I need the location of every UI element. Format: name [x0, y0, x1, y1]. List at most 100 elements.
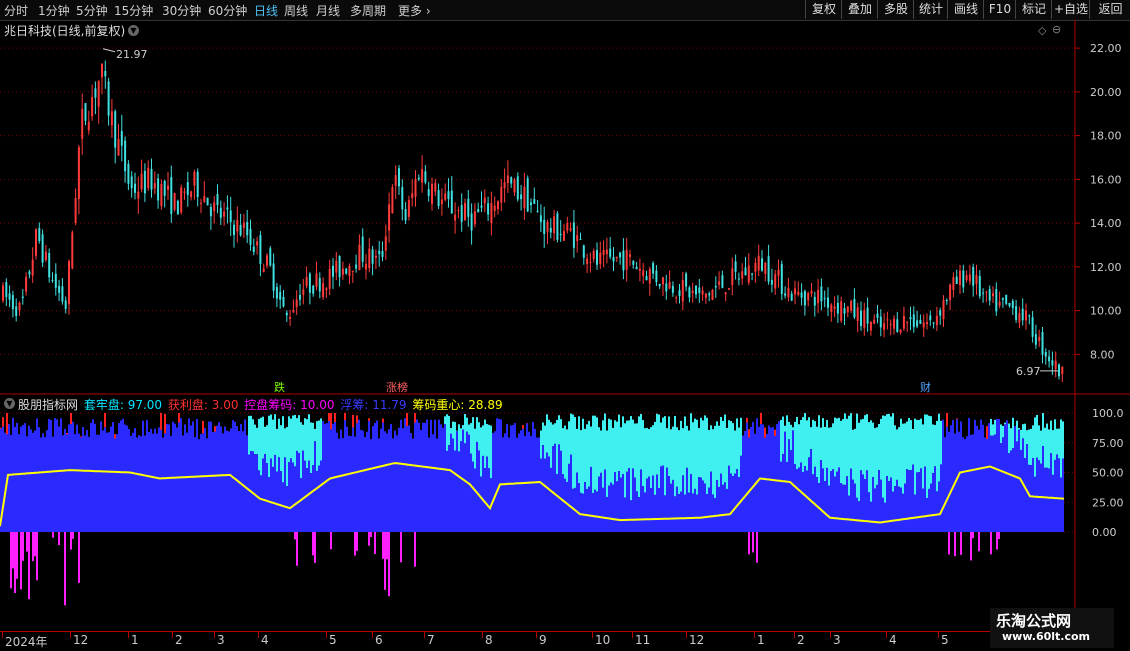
- indicator-dropdown-icon[interactable]: ▼: [4, 398, 15, 409]
- candle-body: [632, 261, 634, 265]
- floating-bar: [370, 439, 372, 532]
- event-tag-gain-list[interactable]: 涨榜: [386, 379, 408, 395]
- trapped-bar: [248, 416, 250, 455]
- date-axis: 2024年1212345678910111212345: [0, 631, 1075, 651]
- timeframe-8[interactable]: 月线: [316, 2, 340, 19]
- diamond-icon[interactable]: ◇: [1038, 24, 1046, 37]
- floating-bar: [452, 439, 454, 532]
- control-bar: [52, 532, 54, 538]
- trapped-bar: [726, 428, 728, 489]
- floating-bar: [750, 427, 752, 532]
- date-tick: [938, 632, 939, 638]
- toolbar-button-4[interactable]: 画线: [947, 0, 984, 19]
- candle-body: [101, 64, 103, 78]
- timeframe-5[interactable]: 60分钟: [208, 2, 247, 19]
- trapped-bar: [864, 415, 866, 479]
- floating-bar: [644, 492, 646, 532]
- floating-bar: [686, 468, 688, 532]
- toolbar-button-5[interactable]: F10: [983, 0, 1016, 19]
- trapped-bar: [906, 422, 908, 470]
- floating-bar: [362, 431, 364, 532]
- candle-body: [111, 111, 113, 125]
- event-tag-drop[interactable]: 跌: [274, 379, 285, 395]
- trapped-bar: [724, 415, 726, 483]
- floating-bar: [782, 454, 784, 532]
- date-label: 10: [595, 633, 610, 647]
- toolbar-button-2[interactable]: 多股: [877, 0, 914, 19]
- trapped-bar: [654, 422, 656, 495]
- floating-bar: [974, 420, 976, 532]
- candle-body: [867, 307, 869, 323]
- timeframe-4[interactable]: 30分钟: [162, 2, 201, 19]
- trapped-bar: [856, 414, 858, 498]
- candle-body: [197, 172, 199, 197]
- stock-title[interactable]: 兆日科技(日线,前复权): [4, 22, 125, 39]
- candle-body: [708, 293, 710, 295]
- right-side-scroll[interactable]: [1116, 22, 1130, 402]
- floating-bar: [966, 436, 968, 532]
- floating-bar: [284, 457, 286, 532]
- timeframe-3[interactable]: 15分钟: [114, 2, 153, 19]
- price-chart[interactable]: 22.0020.0018.0016.0014.0012.0010.008.002…: [0, 20, 1130, 395]
- event-tag-finance[interactable]: 财: [920, 379, 931, 395]
- floating-bar: [734, 474, 736, 532]
- candle-body: [378, 251, 380, 254]
- trapped-bar: [936, 421, 938, 491]
- indicator-chart[interactable]: 100.075.0050.0025.000.00: [0, 395, 1130, 631]
- toolbar-button-3[interactable]: 统计: [913, 0, 948, 19]
- toolbar-button-1[interactable]: 叠加: [841, 0, 878, 19]
- timeframe-2[interactable]: 5分钟: [76, 2, 108, 19]
- floating-bar: [224, 426, 226, 532]
- floating-bar: [342, 438, 344, 532]
- trapped-bar: [478, 422, 480, 450]
- candle-body: [1028, 315, 1030, 316]
- trapped-bar: [674, 416, 676, 496]
- toolbar-button-7[interactable]: +自选: [1051, 0, 1090, 19]
- toolbar-button-0[interactable]: 复权: [805, 0, 842, 19]
- trapped-bar: [260, 418, 262, 476]
- floating-bar: [148, 432, 150, 532]
- candle-body: [144, 171, 146, 193]
- zoom-out-icon[interactable]: ⊖: [1052, 23, 1061, 36]
- trapped-bar: [908, 418, 910, 470]
- title-dropdown-icon[interactable]: ▼: [128, 25, 139, 36]
- legend-floating: 浮筹: 11.79: [340, 398, 406, 412]
- trapped-bar: [558, 415, 560, 444]
- floating-bar: [18, 434, 20, 532]
- timeframe-7[interactable]: 周线: [284, 2, 308, 19]
- floating-bar: [132, 433, 134, 532]
- candle-body: [692, 291, 694, 293]
- floating-bar: [638, 497, 640, 532]
- floating-bar: [592, 493, 594, 532]
- candle-body: [844, 308, 846, 313]
- floating-bar: [66, 434, 68, 532]
- candle-body: [527, 178, 529, 211]
- candle-body: [1048, 356, 1050, 361]
- toolbar-button-6[interactable]: 标记: [1015, 0, 1052, 19]
- date-tick: [2, 632, 3, 638]
- floating-bar: [32, 433, 34, 532]
- trapped-bar: [616, 422, 618, 482]
- trapped-bar: [1004, 423, 1006, 425]
- candle-body: [164, 181, 166, 196]
- trapped-bar: [814, 421, 816, 467]
- date-tick: [754, 632, 755, 638]
- timeframe-10[interactable]: 更多 ›: [398, 2, 431, 19]
- floating-bar: [1032, 458, 1034, 532]
- candle-body: [1002, 298, 1004, 300]
- trapped-bar: [926, 415, 928, 498]
- candle-body: [200, 203, 202, 204]
- timeframe-0[interactable]: 分时: [4, 2, 28, 19]
- control-bar: [388, 532, 390, 596]
- candle-body: [547, 222, 549, 232]
- timeframe-1[interactable]: 1分钟: [38, 2, 70, 19]
- toolbar-button-8[interactable]: 返回: [1089, 0, 1130, 19]
- floating-bar: [584, 482, 586, 532]
- trapped-bar: [848, 416, 850, 496]
- timeframe-6[interactable]: 日线: [254, 2, 278, 19]
- timeframe-9[interactable]: 多周期: [350, 2, 386, 19]
- candle-body: [636, 267, 638, 269]
- candle-body: [807, 293, 809, 300]
- date-label: 2: [797, 633, 805, 647]
- trapped-bar: [828, 428, 830, 486]
